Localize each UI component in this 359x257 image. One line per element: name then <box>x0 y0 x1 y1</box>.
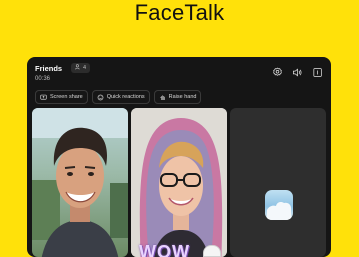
exit-icon[interactable] <box>312 67 323 78</box>
participant-tile-man[interactable] <box>32 108 128 257</box>
call-duration: 00:36 <box>35 76 51 82</box>
video-grid: WOW <box>32 108 326 257</box>
call-title: Friends <box>35 64 63 73</box>
people-icon <box>75 64 80 70</box>
quick-reactions-button[interactable]: Quick reactions <box>91 90 150 104</box>
call-header: Friends 4 00:36 <box>35 63 323 84</box>
raise-hand-icon <box>159 94 165 100</box>
raise-hand-label: Raise hand <box>168 94 197 100</box>
screen-share-button[interactable]: Screen share <box>35 90 88 104</box>
call-controls: Screen share Quick reactions Raise hand <box>35 90 202 104</box>
participant-tile-woman[interactable]: WOW <box>131 108 227 257</box>
screen-share-icon <box>40 94 47 100</box>
raise-hand-button[interactable]: Raise hand <box>153 90 202 104</box>
speaker-icon[interactable] <box>292 67 303 78</box>
sky-cloud-icon <box>267 202 291 220</box>
smiley-icon <box>97 94 104 100</box>
call-window: Friends 4 00:36 Screen share Quick react… <box>27 57 331 257</box>
app-title: FaceTalk <box>134 0 225 25</box>
settings-icon[interactable] <box>272 67 283 78</box>
quick-reactions-label: Quick reactions <box>106 94 145 100</box>
participants-count: 4 <box>83 65 87 71</box>
participant-tile-empty[interactable] <box>230 108 326 257</box>
participant-video-man <box>32 108 128 257</box>
participant-video-woman <box>131 108 227 257</box>
header-actions <box>272 67 323 78</box>
placeholder-image <box>265 190 293 220</box>
participants-badge: 4 <box>71 63 91 73</box>
emoji-sticker-icon <box>203 245 221 257</box>
screen-share-label: Screen share <box>50 94 83 100</box>
